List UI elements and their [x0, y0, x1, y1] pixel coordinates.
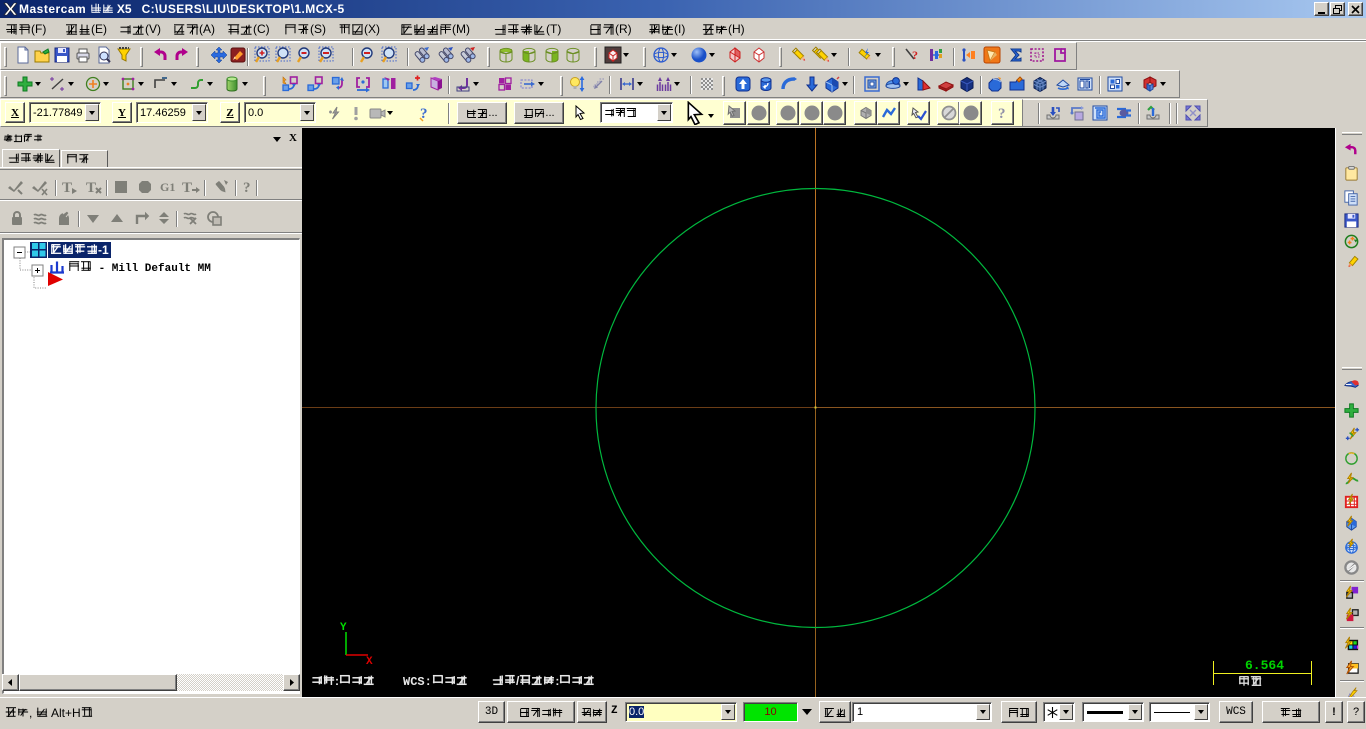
svg-text:T: T: [182, 180, 192, 196]
svg-text:Y: Y: [340, 622, 347, 634]
svg-text:T: T: [86, 180, 96, 196]
svg-text:G1: G1: [160, 180, 175, 194]
svg-text:6.564: 6.564: [1245, 658, 1284, 673]
svg-text:X: X: [366, 656, 373, 668]
svg-text:T: T: [62, 180, 72, 196]
svg-text:?: ?: [912, 48, 918, 62]
svg-text:?: ?: [998, 106, 1006, 122]
svg-text:?: ?: [243, 180, 251, 196]
